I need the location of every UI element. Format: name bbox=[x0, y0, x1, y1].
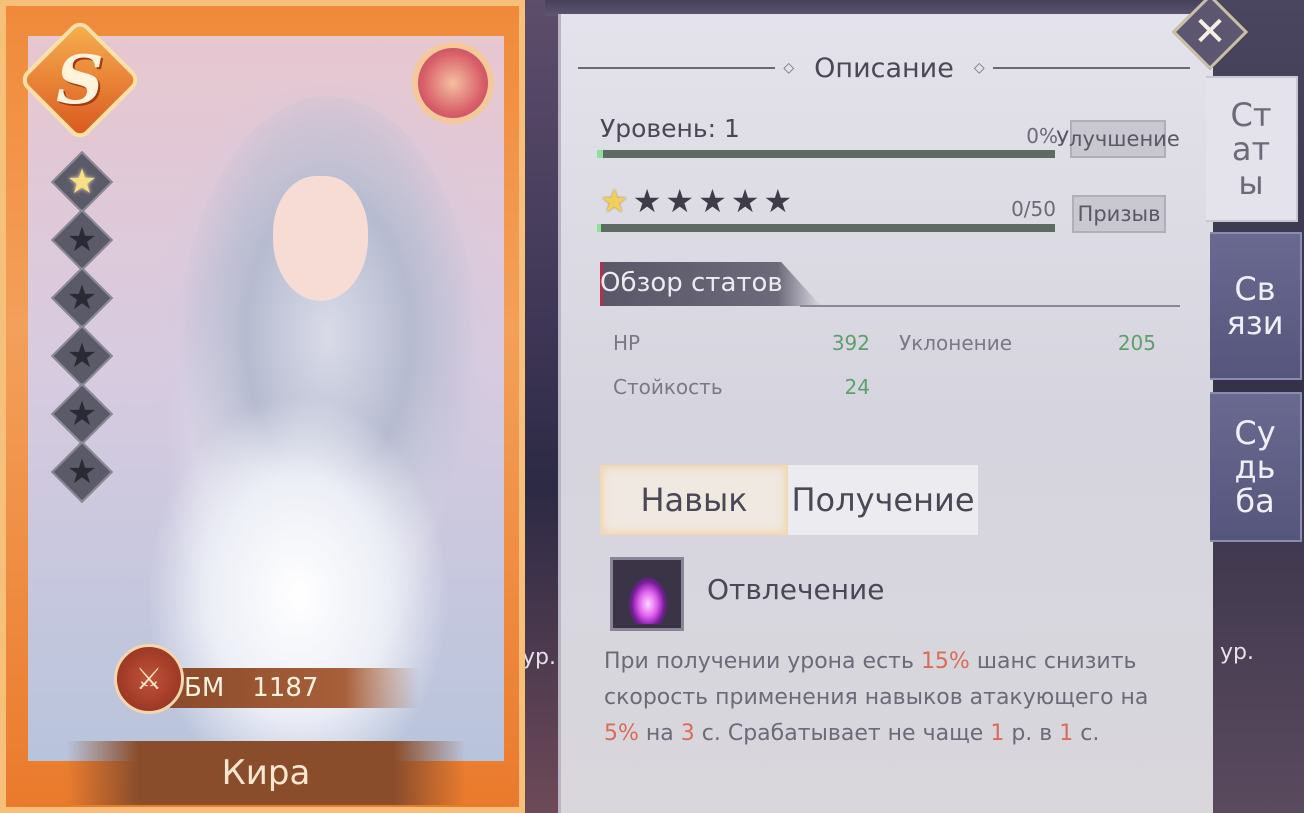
battle-power-value: 1187 bbox=[252, 673, 319, 703]
panel-title-row: ◇ Описание ◇ bbox=[578, 48, 1190, 88]
hero-card: S ★ ★ ★ ★ ★ ★ БМ 1187 ⚔ Кира bbox=[0, 0, 525, 813]
background-strip: ур. bbox=[520, 0, 560, 813]
side-tab-label-line: дь bbox=[1234, 448, 1276, 486]
side-tab-label-line: язи bbox=[1226, 304, 1284, 342]
star-filled-icon: ★ bbox=[600, 182, 629, 220]
side-tab-label-line: ат bbox=[1231, 130, 1271, 168]
skill-desc-text: на bbox=[638, 721, 681, 746]
hero-face bbox=[273, 176, 368, 301]
level-progress-bar bbox=[597, 150, 1055, 158]
sun-ornament-icon bbox=[418, 48, 488, 118]
ornament-icon: ◇ bbox=[783, 60, 795, 76]
skill-desc-value: 5% bbox=[604, 721, 639, 746]
hero-dress bbox=[148, 396, 448, 796]
background-level-text-right: ур. bbox=[1220, 640, 1254, 665]
panel-star-row: ★ ★ ★ ★ ★ ★ bbox=[600, 185, 792, 217]
battle-power-label: БМ bbox=[184, 673, 225, 703]
star-filled-icon: ★ bbox=[54, 154, 110, 210]
side-tab-fate[interactable]: Су дь ба bbox=[1210, 392, 1302, 542]
star-empty-icon: ★ bbox=[730, 182, 760, 220]
side-tab-stats[interactable]: Ст ат ы bbox=[1206, 76, 1298, 222]
stat-value-hp: 392 bbox=[831, 331, 870, 355]
stat-name-evasion: Уклонение bbox=[899, 331, 1013, 355]
stats-overview-header: Обзор статов bbox=[600, 262, 1180, 308]
upgrade-button-label: Улучшение bbox=[1056, 127, 1180, 151]
tab-skill-label: Навык bbox=[640, 481, 748, 519]
star-empty-icon: ★ bbox=[665, 182, 695, 220]
skill-desc-text: р. в bbox=[1004, 721, 1060, 746]
stat-value-evasion: 205 bbox=[1117, 331, 1156, 355]
level-label: Уровень: 1 bbox=[600, 114, 740, 143]
crossed-swords-icon: ⚔ bbox=[114, 644, 184, 714]
summon-button[interactable]: Призыв bbox=[1072, 195, 1166, 233]
side-tab-label-line: Су bbox=[1234, 414, 1276, 452]
star-empty-icon: ★ bbox=[54, 328, 110, 384]
ornament-icon: ◇ bbox=[973, 60, 985, 76]
card-star-column: ★ ★ ★ ★ ★ ★ bbox=[44, 154, 120, 504]
shards-value: 0/50 bbox=[1011, 197, 1056, 221]
panel-title: Описание bbox=[814, 52, 954, 84]
tab-skill[interactable]: Навык bbox=[600, 465, 788, 535]
shards-progress-fill bbox=[597, 224, 601, 232]
purple-burst-skill-icon[interactable] bbox=[610, 557, 684, 631]
upgrade-button[interactable]: Улучшение bbox=[1056, 120, 1180, 158]
side-tab-label-line: Ст bbox=[1230, 96, 1272, 134]
side-tab-links[interactable]: Св язи bbox=[1210, 232, 1302, 380]
skill-desc-value: 15% bbox=[920, 649, 970, 674]
side-tab-label-line: Св bbox=[1234, 270, 1276, 308]
star-empty-icon: ★ bbox=[632, 182, 662, 220]
level-percent: 0% bbox=[1026, 124, 1058, 148]
star-empty-icon: ★ bbox=[54, 212, 110, 268]
skill-desc-value: 1 bbox=[990, 721, 1005, 746]
skill-desc-value: 3 bbox=[680, 721, 695, 746]
rank-badge: S bbox=[17, 17, 143, 143]
star-empty-icon: ★ bbox=[698, 182, 727, 220]
background-level-text: ур. bbox=[522, 645, 556, 670]
close-icon: ✕ bbox=[1193, 9, 1227, 55]
star-empty-icon: ★ bbox=[54, 444, 110, 500]
side-tab-label-line: ба bbox=[1235, 482, 1275, 520]
level-progress-fill bbox=[597, 150, 603, 158]
skill-desc-text: с. Срабатывает не чаще bbox=[694, 721, 991, 746]
star-empty-icon: ★ bbox=[54, 386, 110, 442]
rank-letter: S bbox=[56, 41, 104, 119]
skill-desc-value: 1 bbox=[1059, 721, 1074, 746]
battle-power-bar: БМ 1187 bbox=[170, 668, 420, 708]
stat-value-tenacity: 24 bbox=[844, 375, 870, 399]
stat-name-tenacity: Стойкость bbox=[613, 375, 723, 399]
skill-description: При получении урона есть 15% шанс снизит… bbox=[604, 644, 1184, 752]
star-empty-icon: ★ bbox=[54, 270, 110, 326]
skill-name: Отвлечение bbox=[707, 573, 885, 606]
side-tab-label-line: ы bbox=[1238, 164, 1264, 202]
stat-name-hp: HP bbox=[613, 331, 641, 355]
battle-power: БМ 1187 ⚔ bbox=[114, 644, 434, 714]
hero-name: Кира bbox=[221, 753, 311, 793]
hero-name-plate: Кира bbox=[66, 741, 466, 805]
stats-overview-title: Обзор статов bbox=[600, 268, 783, 298]
skill-desc-text: с. bbox=[1073, 721, 1100, 746]
tab-acquire-label: Получение bbox=[791, 481, 975, 519]
star-empty-icon: ★ bbox=[763, 182, 793, 220]
skill-desc-text: При получении урона есть bbox=[604, 649, 921, 674]
shards-progress-bar bbox=[597, 224, 1055, 232]
tab-acquire[interactable]: Получение bbox=[788, 465, 978, 535]
skill-tabs: Навык Получение bbox=[600, 465, 978, 535]
summon-button-label: Призыв bbox=[1077, 202, 1161, 226]
